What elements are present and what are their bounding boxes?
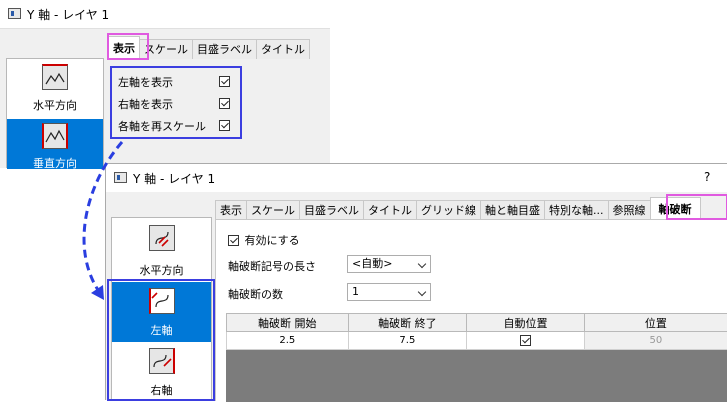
annotation-arrow — [0, 0, 727, 400]
